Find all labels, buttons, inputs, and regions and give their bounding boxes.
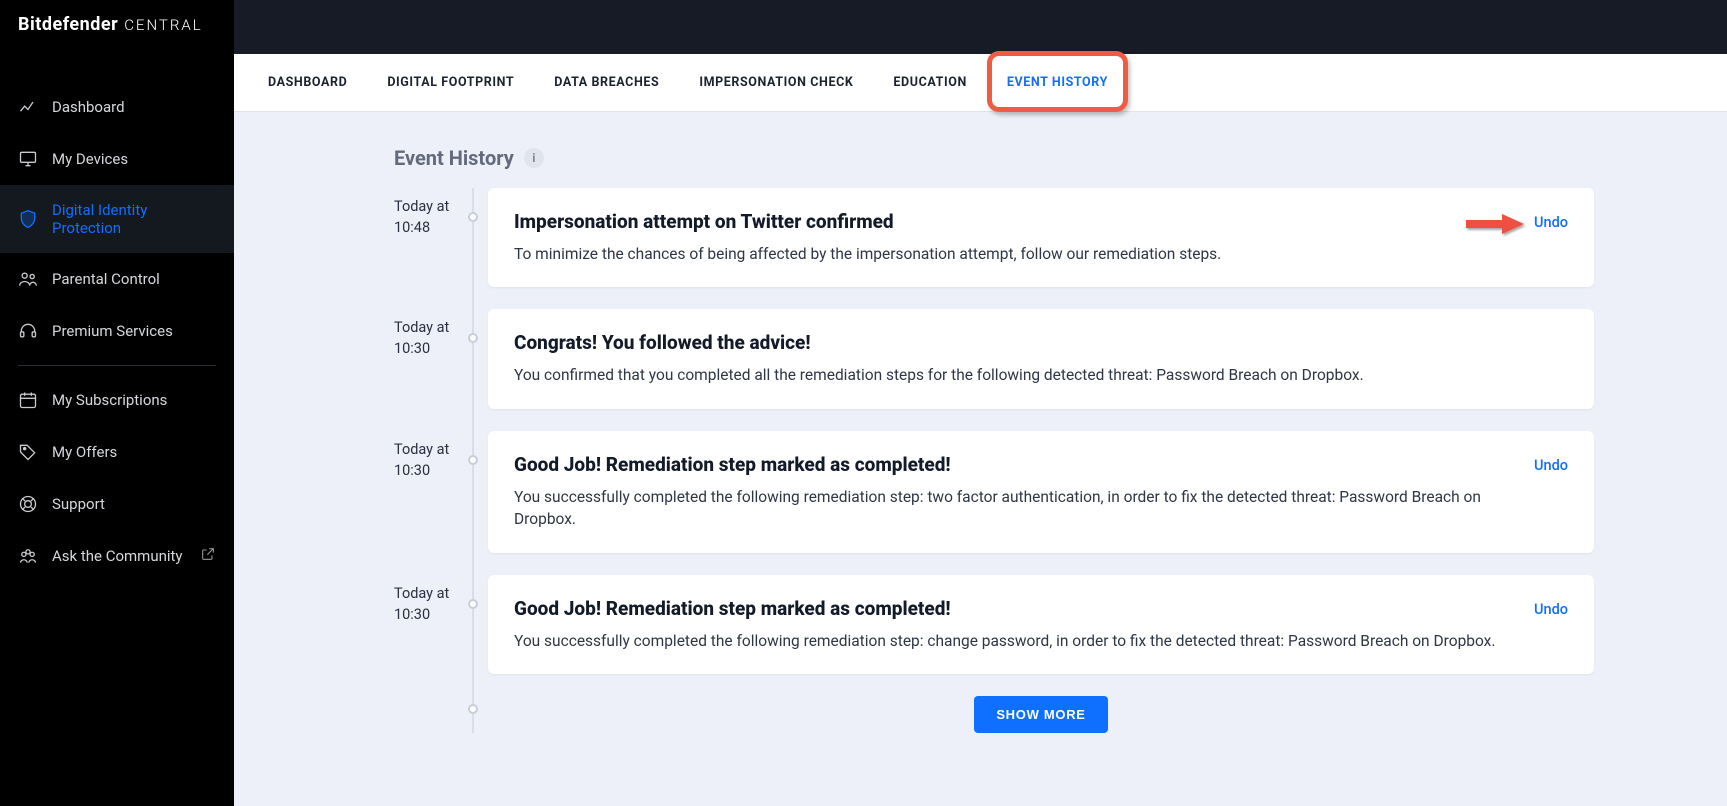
- sidebar-item-tag[interactable]: My Offers: [0, 426, 234, 478]
- show-more-row: SHOW MORE: [488, 696, 1594, 733]
- tab-event-history[interactable]: EVENT HISTORY: [1001, 67, 1114, 98]
- external-link-icon: [200, 546, 216, 566]
- event-time: Today at10:48: [394, 196, 464, 238]
- sidebar-item-label: Digital Identity Protection: [52, 201, 216, 237]
- page-title-row: Event History i: [394, 146, 1594, 170]
- event-title: Impersonation attempt on Twitter confirm…: [514, 210, 1514, 233]
- community-icon: [18, 546, 38, 566]
- sidebar-item-label: Premium Services: [52, 322, 173, 340]
- undo-link[interactable]: Undo: [1534, 457, 1568, 474]
- tab-dashboard[interactable]: DASHBOARD: [262, 67, 353, 98]
- sidebar-item-headset[interactable]: Premium Services: [0, 305, 234, 357]
- sidebar-item-label: My Offers: [52, 443, 117, 461]
- sidebar-item-shield[interactable]: Digital Identity Protection: [0, 185, 234, 253]
- event-title: Good Job! Remediation step marked as com…: [514, 597, 1514, 620]
- timeline-dot: [468, 599, 478, 609]
- brand-logo: Bitdefender CENTRAL: [0, 0, 234, 51]
- event-desc: You successfully completed the following…: [514, 486, 1514, 531]
- undo-link[interactable]: Undo: [1534, 214, 1568, 231]
- show-more-button[interactable]: SHOW MORE: [974, 696, 1107, 733]
- event-card: Good Job! Remediation step marked as com…: [488, 575, 1594, 674]
- sidebar-item-dashboard[interactable]: Dashboard: [0, 81, 234, 133]
- brand-sub: CENTRAL: [124, 16, 203, 34]
- event-time: Today at10:30: [394, 583, 464, 625]
- shield-icon: [18, 209, 38, 229]
- sidebar-item-label: Ask the Community: [52, 547, 183, 565]
- page-title: Event History: [394, 146, 514, 170]
- sidebar-item-label: My Devices: [52, 150, 128, 168]
- timeline-dot: [468, 212, 478, 222]
- content-area: Event History i Today at10:48 Impersonati…: [234, 112, 1727, 806]
- tabs-bar: DASHBOARD DIGITAL FOOTPRINT DATA BREACHES I…: [234, 54, 1727, 112]
- event-time: Today at10:30: [394, 439, 464, 481]
- event-card: Impersonation attempt on Twitter confirm…: [488, 188, 1594, 287]
- brand-main: Bitdefender: [18, 14, 118, 35]
- main: DASHBOARD DIGITAL FOOTPRINT DATA BREACHES I…: [234, 0, 1727, 806]
- sidebar-item-lifebuoy[interactable]: Support: [0, 478, 234, 530]
- event-desc: You successfully completed the following…: [514, 630, 1514, 652]
- tab-impersonation-check[interactable]: IMPERSONATION CHECK: [693, 67, 859, 98]
- sidebar-item-label: My Subscriptions: [52, 391, 167, 409]
- event-desc: You confirmed that you completed all the…: [514, 364, 1568, 386]
- event-row: Today at10:48Impersonation attempt on Tw…: [488, 188, 1594, 287]
- monitor-icon: [18, 149, 38, 169]
- event-title: Good Job! Remediation step marked as com…: [514, 453, 1514, 476]
- tab-education[interactable]: EDUCATION: [887, 67, 972, 98]
- nav-divider: [18, 365, 216, 366]
- sidebar-item-label: Support: [52, 495, 105, 513]
- sidebar: Bitdefender CENTRAL DashboardMy DevicesD…: [0, 0, 234, 806]
- sidebar-item-label: Dashboard: [52, 98, 125, 116]
- sidebar-item-community[interactable]: Ask the Community: [0, 530, 234, 582]
- tag-icon: [18, 442, 38, 462]
- dashboard-icon: [18, 97, 38, 117]
- calendar-icon: [18, 390, 38, 410]
- event-time: Today at10:30: [394, 317, 464, 359]
- event-row: Today at10:30Good Job! Remediation step …: [488, 431, 1594, 553]
- tab-data-breaches[interactable]: DATA BREACHES: [548, 67, 665, 98]
- sidebar-nav: Dashboard My Devices Digital Identity Prot…: [0, 51, 234, 582]
- lifebuoy-icon: [18, 494, 38, 514]
- info-icon[interactable]: i: [524, 148, 544, 168]
- event-card: Good Job! Remediation step marked as com…: [488, 431, 1594, 553]
- event-row: Today at10:30Good Job! Remediation step …: [488, 575, 1594, 674]
- topbar: [234, 0, 1727, 54]
- event-desc: To minimize the chances of being affecte…: [514, 243, 1514, 265]
- sidebar-item-label: Parental Control: [52, 270, 160, 288]
- timeline-dot: [468, 455, 478, 465]
- people-icon: [18, 269, 38, 289]
- timeline-dot: [468, 333, 478, 343]
- event-card: Congrats! You followed the advice! You co…: [488, 309, 1594, 408]
- event-timeline: Today at10:48 Impersonation attempt on Tw…: [394, 188, 1594, 733]
- event-title: Congrats! You followed the advice!: [514, 331, 1568, 354]
- sidebar-item-calendar[interactable]: My Subscriptions: [0, 374, 234, 426]
- tab-digital-footprint[interactable]: DIGITAL FOOTPRINT: [381, 67, 520, 98]
- undo-link[interactable]: Undo: [1534, 601, 1568, 618]
- sidebar-item-monitor[interactable]: My Devices: [0, 133, 234, 185]
- event-row: Today at10:30Congrats! You followed the …: [488, 309, 1594, 408]
- sidebar-item-people[interactable]: Parental Control: [0, 253, 234, 305]
- headset-icon: [18, 321, 38, 341]
- timeline-dot: [468, 704, 478, 714]
